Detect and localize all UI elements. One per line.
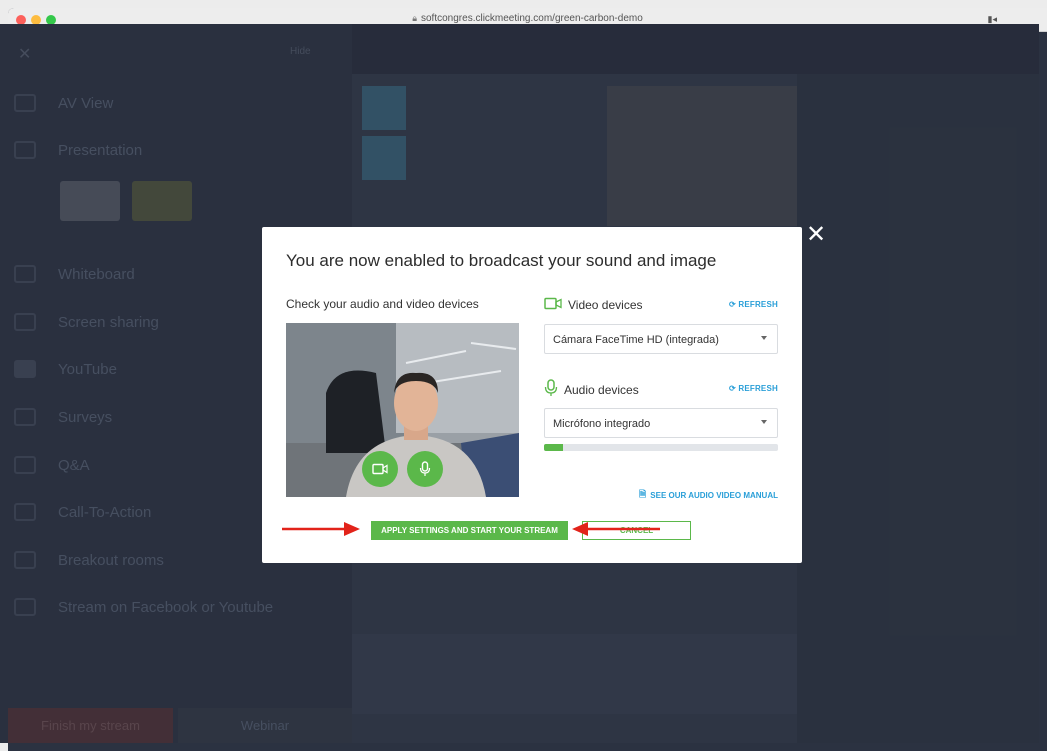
annotation-arrow-left [572,522,660,536]
microphone-toggle-button[interactable] [407,451,443,487]
video-device-select[interactable]: Cámara FaceTime HD (integrada) [544,324,778,354]
apply-settings-button[interactable]: APPLY SETTINGS AND START YOUR STREAM [371,521,568,540]
chevron-down-icon [761,336,767,340]
video-refresh-button[interactable]: ⟳ REFRESH [729,300,778,309]
check-devices-label: Check your audio and video devices [286,297,479,311]
audio-level-meter [544,444,778,451]
modal-close-icon[interactable]: ✕ [806,222,826,246]
audio-device-selected: Micrófono integrado [553,418,651,430]
audio-device-select[interactable]: Micrófono integrado [544,408,778,438]
audio-level-fill [544,444,563,451]
video-camera-icon [544,297,562,313]
microphone-icon [544,379,558,400]
refresh-icon: ⟳ [729,300,739,309]
camera-toggle-button[interactable] [362,451,398,487]
audio-devices-label: Audio devices [564,382,639,397]
camera-preview [286,323,519,497]
video-camera-icon [372,463,388,475]
video-devices-header: Video devices [544,297,643,313]
refresh-icon: ⟳ [729,384,739,393]
device-settings-modal: You are now enabled to broadcast your so… [262,227,802,563]
annotation-arrow-right [282,522,360,536]
camera-preview-image [286,323,519,497]
chevron-down-icon [761,420,767,424]
video-device-selected: Cámara FaceTime HD (integrada) [553,334,719,346]
address-bar[interactable]: 🔒︎ softcongres.clickmeeting.com/green-car… [8,13,1047,24]
audio-refresh-button[interactable]: ⟳ REFRESH [729,384,778,393]
url-text: softcongres.clickmeeting.com/green-carbo… [421,13,643,24]
modal-title: You are now enabled to broadcast your so… [286,251,717,270]
document-icon: 🗎︎ [639,489,647,499]
video-devices-label: Video devices [568,298,643,312]
microphone-icon [419,461,431,476]
audio-video-manual-link[interactable]: 🗎︎ SEE OUR AUDIO VIDEO MANUAL [639,487,778,503]
audio-devices-header: Audio devices [544,379,639,400]
lock-icon: 🔒︎ [412,13,417,23]
